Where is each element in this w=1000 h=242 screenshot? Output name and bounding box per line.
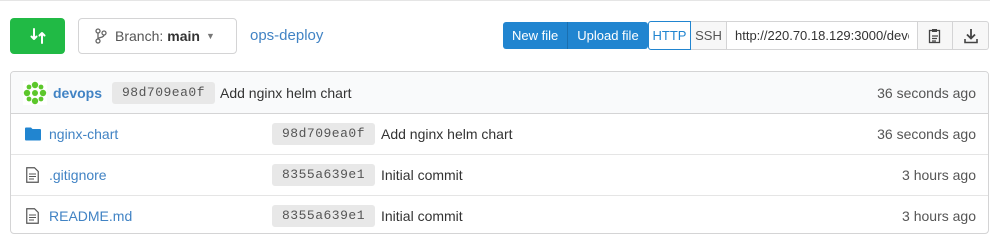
file-commit-sha[interactable]: 8355a639e1 bbox=[272, 164, 376, 186]
file-name[interactable]: .gitignore bbox=[49, 167, 107, 183]
branch-label: Branch: bbox=[115, 28, 164, 44]
branch-dropdown[interactable]: Branch: main ▼ bbox=[78, 18, 237, 54]
table-row[interactable]: README.md 8355a639e1 Initial commit 3 ho… bbox=[11, 196, 988, 233]
upload-file-button[interactable]: Upload file bbox=[567, 22, 648, 49]
file-name[interactable]: nginx-chart bbox=[49, 126, 118, 142]
file-commit-message[interactable]: Initial commit bbox=[381, 208, 463, 224]
file-icon bbox=[26, 167, 39, 183]
clipboard-icon bbox=[928, 28, 941, 43]
http-button[interactable]: HTTP bbox=[648, 21, 691, 50]
avatar[interactable] bbox=[23, 72, 47, 113]
commit-author[interactable]: devops bbox=[53, 85, 102, 101]
download-icon bbox=[963, 28, 978, 43]
new-file-button[interactable]: New file bbox=[503, 22, 568, 49]
commit-sha[interactable]: 98d709ea0f bbox=[112, 81, 216, 104]
file-commit-message[interactable]: Initial commit bbox=[381, 167, 463, 183]
compare-button[interactable] bbox=[10, 18, 65, 54]
file-commit-sha[interactable]: 8355a639e1 bbox=[272, 205, 376, 227]
file-commit-age: 3 hours ago bbox=[902, 167, 976, 183]
clone-url-input[interactable] bbox=[727, 21, 918, 50]
file-name[interactable]: README.md bbox=[49, 208, 132, 224]
chevron-down-icon: ▼ bbox=[205, 31, 215, 41]
branch-icon bbox=[95, 28, 107, 44]
compare-icon bbox=[30, 28, 45, 44]
repo-name-link[interactable]: ops-deploy bbox=[250, 27, 323, 44]
file-icon bbox=[26, 208, 39, 224]
download-button[interactable] bbox=[953, 21, 989, 50]
file-commit-age: 36 seconds ago bbox=[877, 126, 976, 142]
latest-commit-row: devops 98d709ea0f Add nginx helm chart 3… bbox=[11, 72, 988, 114]
file-table: devops 98d709ea0f Add nginx helm chart 3… bbox=[10, 71, 989, 234]
table-row[interactable]: .gitignore 8355a639e1 Initial commit 3 h… bbox=[11, 155, 988, 196]
top-divider bbox=[0, 0, 990, 1]
branch-value: main bbox=[167, 28, 200, 44]
commit-age: 36 seconds ago bbox=[877, 84, 976, 101]
clone-protocol-toggle: HTTP SSH bbox=[648, 21, 727, 50]
file-commit-sha[interactable]: 98d709ea0f bbox=[272, 123, 376, 145]
file-actions: New file Upload file bbox=[503, 22, 648, 49]
commit-message[interactable]: Add nginx helm chart bbox=[220, 85, 352, 101]
file-commit-message[interactable]: Add nginx helm chart bbox=[381, 126, 513, 142]
table-row[interactable]: nginx-chart 98d709ea0f Add nginx helm ch… bbox=[11, 114, 988, 155]
folder-icon bbox=[25, 127, 41, 141]
file-commit-age: 3 hours ago bbox=[902, 208, 976, 224]
ssh-button[interactable]: SSH bbox=[691, 21, 727, 50]
copy-url-button[interactable] bbox=[917, 21, 953, 50]
avatar-identicon bbox=[23, 80, 47, 105]
